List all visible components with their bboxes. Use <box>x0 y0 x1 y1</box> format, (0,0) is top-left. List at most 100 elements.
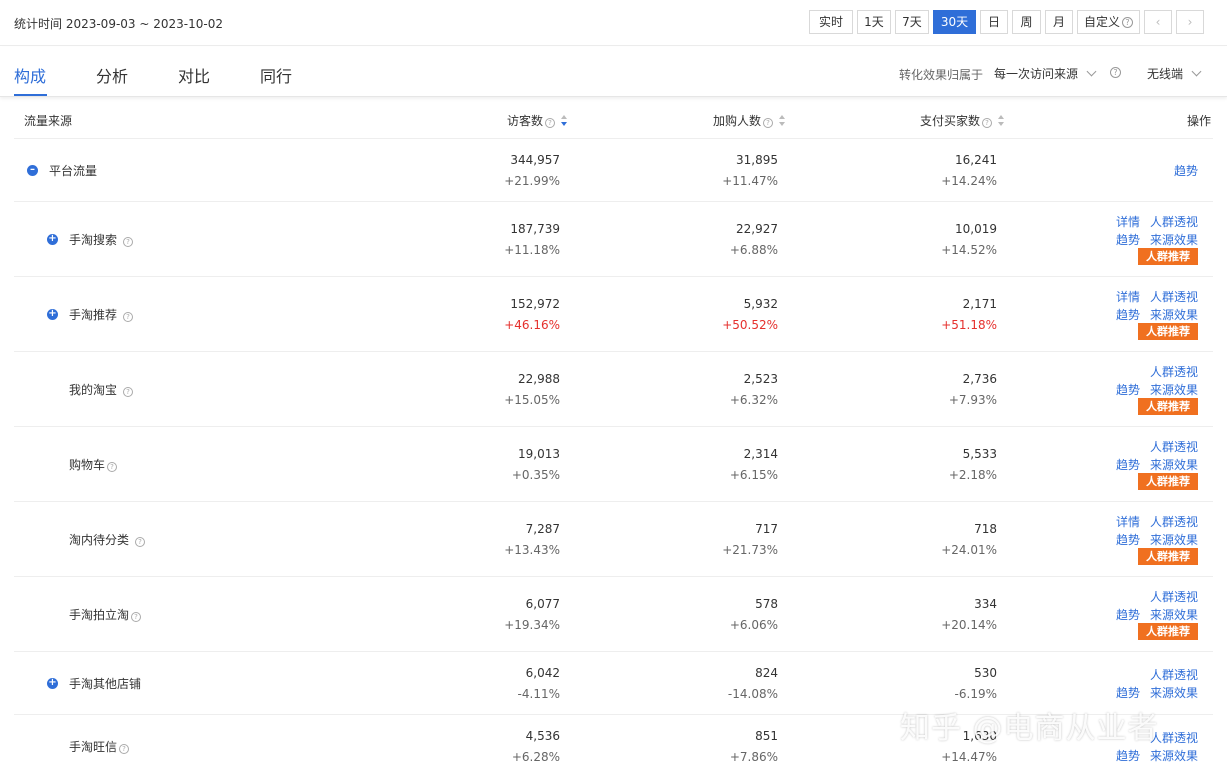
cart-change: +7.86% <box>729 750 778 764</box>
cart-change: -14.08% <box>727 687 778 701</box>
source-effect-link[interactable]: 来源效果 <box>1150 306 1198 323</box>
cart-change: +11.47% <box>722 174 778 188</box>
crowd-link[interactable]: 人群透视 <box>1150 363 1198 380</box>
crowd-link[interactable]: 人群透视 <box>1150 438 1198 455</box>
device-value: 无线端 <box>1147 67 1184 81</box>
visitors-change: -4.11% <box>517 687 560 701</box>
cart-value: 22,927 <box>736 222 778 236</box>
source-effect-link[interactable]: 来源效果 <box>1150 531 1198 548</box>
expand-icon[interactable]: + <box>47 234 58 245</box>
buyers-change: +20.14% <box>941 618 997 632</box>
row-name: 淘内待分类? <box>69 531 146 548</box>
buyers-value: 16,241 <box>955 153 997 167</box>
table-row: 手淘拍立淘? 6,077 +19.34% 578 +6.06% 334 +20.… <box>14 577 1213 652</box>
crowd-link[interactable]: 人群透视 <box>1150 666 1198 683</box>
trend-link[interactable]: 趋势 <box>1174 162 1198 179</box>
attribution-select[interactable]: 每一次访问来源 <box>994 65 1097 82</box>
visitors-value: 19,013 <box>518 447 560 461</box>
crowd-recommend-button[interactable]: 人群推荐 <box>1138 398 1198 415</box>
row-name: 我的淘宝? <box>69 381 134 398</box>
visitors-change: +6.28% <box>511 750 560 764</box>
expand-icon[interactable]: + <box>47 309 58 320</box>
detail-link[interactable]: 详情 <box>1116 513 1140 530</box>
crowd-recommend-button[interactable]: 人群推荐 <box>1138 473 1198 490</box>
col-ops: 操作 <box>1186 114 1211 128</box>
row-name: 手淘其他店铺 <box>69 677 142 691</box>
source-effect-link[interactable]: 来源效果 <box>1150 231 1198 248</box>
cart-change: +6.32% <box>729 393 778 407</box>
range-month-button[interactable]: 月 <box>1045 10 1073 34</box>
help-icon: ? <box>1122 17 1133 28</box>
help-icon[interactable]: ? <box>1110 67 1121 78</box>
crowd-recommend-button[interactable]: 人群推荐 <box>1138 323 1198 340</box>
table-header: 流量来源 访客数? 加购人数? 支付买家数? 操作 <box>14 101 1213 139</box>
device-select[interactable]: 无线端 <box>1147 65 1202 82</box>
visitors-value: 4,536 <box>525 729 560 743</box>
range-custom-button[interactable]: 自定义? <box>1077 10 1140 34</box>
trend-link[interactable]: 趋势 <box>1116 456 1140 473</box>
tab-peers[interactable]: 同行 <box>260 63 292 87</box>
trend-link[interactable]: 趋势 <box>1116 231 1140 248</box>
collapse-icon[interactable]: – <box>27 165 38 176</box>
visitors-value: 152,972 <box>510 297 560 311</box>
source-effect-link[interactable]: 来源效果 <box>1150 684 1198 701</box>
col-cart[interactable]: 加购人数? <box>713 112 786 129</box>
range-1day-button[interactable]: 1天 <box>857 10 891 34</box>
buyers-value: 530 <box>974 666 997 680</box>
visitors-value: 6,042 <box>525 666 560 680</box>
crowd-link[interactable]: 人群透视 <box>1150 513 1198 530</box>
detail-link[interactable]: 详情 <box>1116 213 1140 230</box>
sort-icon[interactable] <box>561 115 568 127</box>
crowd-link[interactable]: 人群透视 <box>1150 588 1198 605</box>
col-buyers[interactable]: 支付买家数? <box>920 112 1005 129</box>
visitors-change: +13.43% <box>504 543 560 557</box>
row-name-label: 手淘推荐 <box>69 308 118 322</box>
tab-compare[interactable]: 对比 <box>178 63 210 87</box>
cart-value: 2,523 <box>743 372 778 386</box>
cart-change: +6.15% <box>729 468 778 482</box>
source-effect-link[interactable]: 来源效果 <box>1150 381 1198 398</box>
cart-value: 578 <box>755 597 778 611</box>
trend-link[interactable]: 趋势 <box>1116 606 1140 623</box>
trend-link[interactable]: 趋势 <box>1116 531 1140 548</box>
range-day-button[interactable]: 日 <box>980 10 1008 34</box>
crowd-link[interactable]: 人群透视 <box>1150 213 1198 230</box>
buyers-change: +7.93% <box>948 393 997 407</box>
tab-composition[interactable]: 构成 <box>14 63 46 87</box>
crowd-recommend-button[interactable]: 人群推荐 <box>1138 623 1198 640</box>
source-effect-link[interactable]: 来源效果 <box>1150 456 1198 473</box>
source-effect-link[interactable]: 来源效果 <box>1150 747 1198 764</box>
help-icon: ? <box>135 537 146 547</box>
prev-button[interactable]: ‹ <box>1144 10 1172 34</box>
trend-link[interactable]: 趋势 <box>1116 747 1140 764</box>
watermark: 知乎 @电商从业者 <box>900 711 1159 746</box>
chevron-down-icon <box>1086 66 1097 77</box>
crowd-recommend-button[interactable]: 人群推荐 <box>1138 248 1198 265</box>
next-button[interactable]: › <box>1176 10 1204 34</box>
sort-icon[interactable] <box>998 115 1005 127</box>
detail-link[interactable]: 详情 <box>1116 288 1140 305</box>
buyers-change: +14.47% <box>941 750 997 764</box>
range-realtime-button[interactable]: 实时 <box>809 10 853 34</box>
chevron-down-icon <box>1191 66 1202 77</box>
trend-link[interactable]: 趋势 <box>1116 306 1140 323</box>
row-name-label: 手淘拍立淘 <box>69 608 130 622</box>
trend-link[interactable]: 趋势 <box>1116 381 1140 398</box>
trend-link[interactable]: 趋势 <box>1116 684 1140 701</box>
range-30day-button[interactable]: 30天 <box>933 10 976 34</box>
crowd-link[interactable]: 人群透视 <box>1150 288 1198 305</box>
sort-icon[interactable] <box>779 115 786 127</box>
buyers-change: +24.01% <box>941 543 997 557</box>
buyers-value: 2,171 <box>962 297 997 311</box>
crowd-recommend-button[interactable]: 人群推荐 <box>1138 548 1198 565</box>
source-effect-link[interactable]: 来源效果 <box>1150 606 1198 623</box>
range-7day-button[interactable]: 7天 <box>895 10 929 34</box>
visitors-value: 22,988 <box>518 372 560 386</box>
help-icon: ? <box>119 744 130 754</box>
tab-analysis[interactable]: 分析 <box>96 63 128 87</box>
range-week-button[interactable]: 周 <box>1012 10 1041 34</box>
expand-icon[interactable]: + <box>47 678 58 689</box>
col-visitors[interactable]: 访客数? <box>507 112 568 129</box>
help-icon: ? <box>982 118 993 128</box>
stat-time: 统计时间 2023-09-03 ~ 2023-10-02 <box>14 17 223 31</box>
